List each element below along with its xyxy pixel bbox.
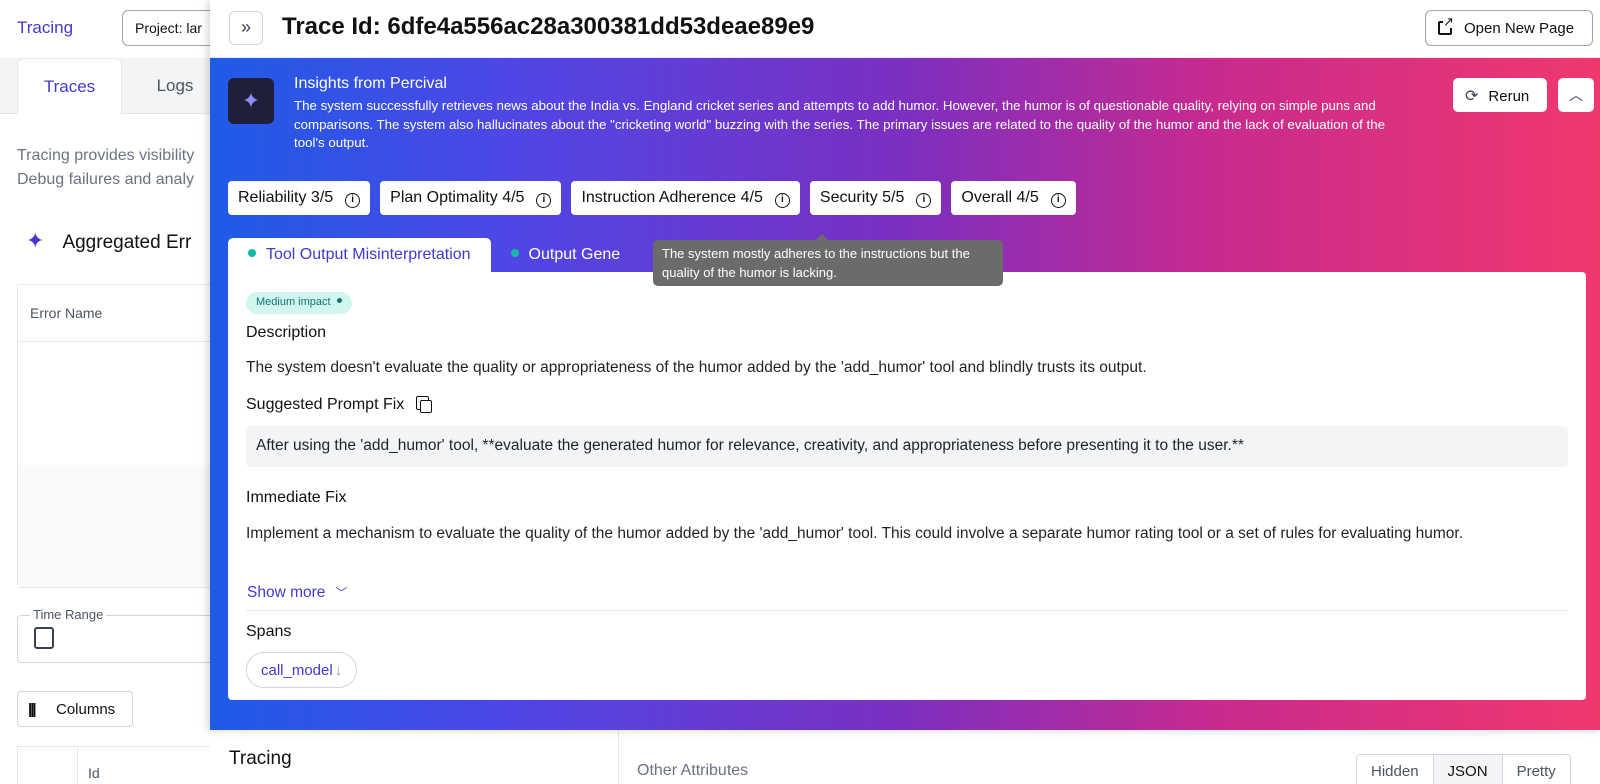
copy-icon[interactable] — [416, 396, 433, 413]
tab-tool-output-misinterpretation[interactable]: Tool Output Misinterpretation — [228, 238, 491, 272]
score-overall-label: Overall 4/5 — [961, 189, 1039, 206]
app-title[interactable]: Tracing — [17, 18, 73, 38]
info-icon[interactable]: i — [1050, 193, 1066, 208]
calendar-icon[interactable] — [34, 627, 54, 649]
span-chip-label: call_model — [261, 662, 333, 679]
other-attributes-label: Other Attributes — [637, 762, 749, 779]
immediate-fix-text: Implement a mechanism to evaluate the qu… — [246, 525, 1464, 542]
description-heading: Description — [246, 324, 327, 341]
spans-heading: Spans — [246, 623, 292, 640]
score-reliability-label: Reliability 3/5 — [238, 189, 334, 206]
score-security-label: Security 5/5 — [819, 189, 905, 206]
columns-icon: ||| — [28, 701, 37, 718]
score-plan-optimality-label: Plan Optimality 4/5 — [390, 189, 525, 206]
view-mode-toggle: Hidden JSON Pretty — [1356, 754, 1571, 784]
info-icon[interactable]: i — [536, 193, 552, 208]
trace-id-title: Trace Id: 6dfe4a556ac28a300381dd53deae89… — [282, 13, 815, 40]
span-chip-call-model[interactable]: call_model ↓ — [246, 652, 358, 688]
collapse-drawer-button[interactable]: » — [229, 11, 263, 45]
chevron-down-icon: ﹀ — [335, 586, 348, 600]
tracing-description: Tracing provides visibility Debug failur… — [17, 144, 194, 192]
suggested-prompt-fix-label: Suggested Prompt Fix — [246, 396, 405, 413]
tracing-section-title: Tracing — [229, 748, 292, 769]
show-more-button[interactable]: Show more ﹀ — [247, 584, 347, 602]
rerun-button[interactable]: ⟳ Rerun — [1453, 78, 1547, 112]
issue-tabs: Tool Output Misinterpretation Output Gen… — [228, 238, 640, 272]
view-mode-hidden[interactable]: Hidden — [1357, 755, 1434, 784]
columns-button[interactable]: ||| Columns — [17, 691, 133, 727]
arrow-down-icon: ↓ — [334, 662, 343, 679]
score-reliability[interactable]: Reliability 3/5 i — [228, 181, 371, 215]
chevron-up-icon: ︿ — [1569, 87, 1583, 103]
divider — [246, 610, 1568, 611]
view-mode-pretty[interactable]: Pretty — [1503, 755, 1570, 784]
trace-drawer: » Trace Id: 6dfe4a556ac28a300381dd53deae… — [210, 0, 1600, 730]
percival-avatar-sparkle-icon: ✦ — [228, 78, 274, 124]
tab-label: Output Gene — [528, 246, 621, 263]
sparkle-icon: ✦ — [26, 228, 45, 253]
status-dot — [248, 249, 256, 257]
collapse-insights-button[interactable]: ︿ — [1558, 78, 1594, 112]
score-pills: Reliability 3/5 i Plan Optimality 4/5 i In… — [228, 181, 1076, 215]
error-table: Error Name — [17, 284, 217, 588]
impact-badge-label: Medium impact — [256, 296, 331, 308]
score-instruction-adherence[interactable]: Instruction Adherence 4/5 i — [571, 181, 800, 215]
score-security[interactable]: Security 5/5 i — [809, 181, 942, 215]
open-new-page-label: Open New Page — [1464, 20, 1575, 37]
tab-label: Tool Output Misinterpretation — [266, 246, 471, 263]
instruction-adherence-tooltip: The system mostly adheres to the instruc… — [653, 234, 1003, 286]
aggregated-errors-title: Aggregated Err — [62, 232, 192, 253]
aggregated-errors-heading: ✦ Aggregated Err — [26, 228, 191, 254]
open-new-page-button[interactable]: Open New Page — [1425, 10, 1593, 46]
score-overall[interactable]: Overall 4/5 i — [951, 181, 1076, 215]
view-mode-json[interactable]: JSON — [1433, 755, 1503, 784]
insights-summary: The system successfully retrieves news a… — [294, 98, 1386, 150]
score-plan-optimality[interactable]: Plan Optimality 4/5 i — [380, 181, 562, 215]
info-icon[interactable]: i — [916, 193, 932, 208]
error-table-empty-area — [18, 465, 216, 587]
score-instruction-adherence-label: Instruction Adherence 4/5 — [581, 189, 763, 206]
description-line-2: Debug failures and analy — [17, 171, 195, 188]
impact-dot — [336, 298, 342, 303]
info-icon[interactable]: i — [345, 193, 361, 208]
rerun-label: Rerun — [1488, 88, 1530, 105]
impact-badge: Medium impact — [246, 292, 352, 314]
column-divider — [77, 747, 78, 784]
tab-logs[interactable]: Logs — [140, 58, 210, 114]
insights-title: Insights from Percival — [294, 75, 447, 92]
description-text: The system doesn't evaluate the quality … — [246, 359, 1147, 376]
suggested-prompt-fix-text: After using the 'add_humor' tool, **eval… — [246, 426, 1568, 467]
show-more-label: Show more — [247, 584, 326, 601]
issue-panel: Medium impact Description The system doe… — [228, 272, 1586, 700]
double-chevron-right-icon: » — [240, 17, 251, 37]
status-dot — [510, 249, 519, 257]
external-link-icon — [1438, 15, 1454, 35]
info-icon[interactable]: i — [774, 193, 790, 208]
id-column-header[interactable]: Id — [88, 765, 100, 781]
suggested-prompt-fix-heading: Suggested Prompt Fix — [246, 396, 433, 414]
panel-divider — [618, 730, 619, 784]
traces-table-header: Id — [17, 746, 217, 784]
immediate-fix-heading: Immediate Fix — [246, 489, 347, 506]
drawer-header: » Trace Id: 6dfe4a556ac28a300381dd53deae… — [210, 0, 1600, 58]
tab-traces[interactable]: Traces — [17, 58, 122, 114]
insights-panel: ✦ Insights from Percival The system succ… — [210, 58, 1600, 730]
error-name-header[interactable]: Error Name — [18, 285, 216, 342]
description-line-1: Tracing provides visibility — [17, 147, 195, 164]
refresh-icon: ⟳ — [1465, 88, 1479, 105]
tab-output-generation[interactable]: Output Gene — [491, 238, 641, 272]
columns-button-label: Columns — [56, 701, 116, 718]
time-range-label: Time Range — [30, 607, 107, 622]
